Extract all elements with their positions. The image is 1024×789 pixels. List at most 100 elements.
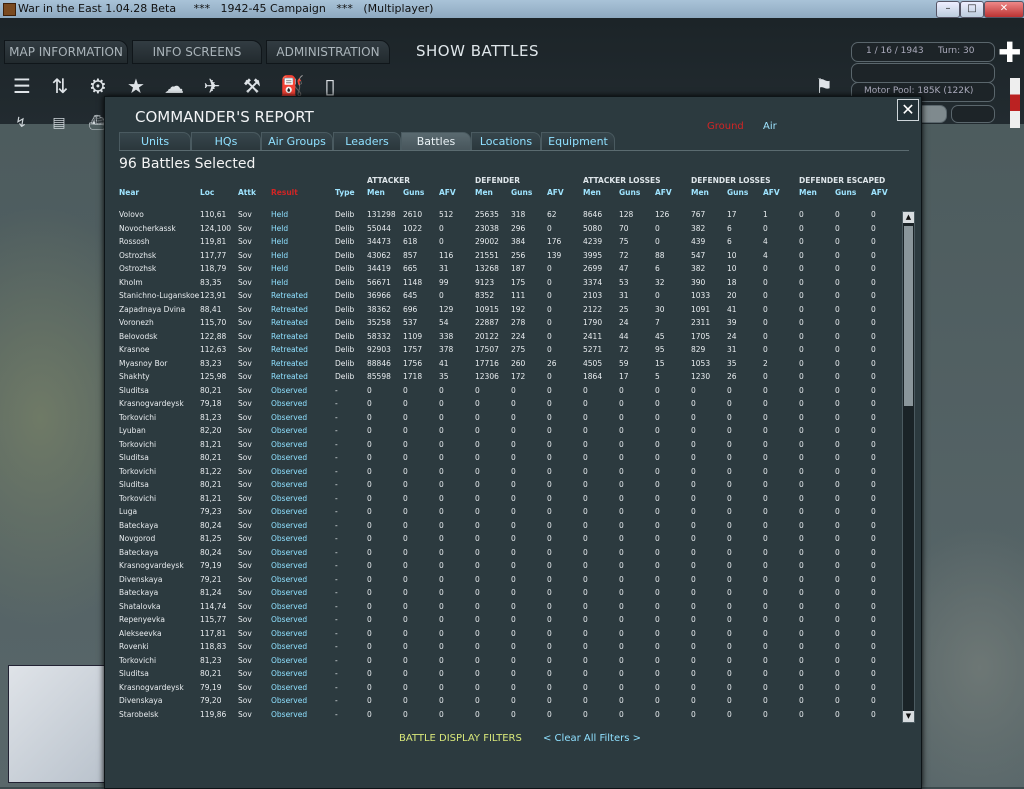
column-header-attk[interactable]: Attk bbox=[238, 188, 256, 197]
table-row[interactable]: Torkovichi 81,21 Sov Observed - 0 0 0 0 0 0 0 0 0 0 0 0 0… bbox=[105, 492, 905, 506]
column-header-esc-men[interactable]: Men bbox=[799, 188, 817, 197]
table-row[interactable]: Krasnoe 112,63 Sov Retreated Delib 92903 1757 3… bbox=[105, 343, 905, 357]
table-row[interactable]: Voronezh 115,70 Sov Retreated Delib 35258 537 5… bbox=[105, 316, 905, 330]
cell-near: Shatalovka bbox=[119, 601, 161, 611]
table-row[interactable]: Belovodsk 122,88 Sov Retreated Delib 58332 110… bbox=[105, 330, 905, 344]
column-header-def-men[interactable]: Men bbox=[475, 188, 493, 197]
column-header-esc-afv[interactable]: AFV bbox=[871, 188, 888, 197]
minimap[interactable] bbox=[8, 665, 108, 783]
table-row[interactable]: Sluditsa 80,21 Sov Observed - 0 0 0 0 0 0 0 0 0 0 0 0 0 0 0 bbox=[105, 451, 905, 465]
table-row[interactable]: Divenskaya 79,21 Sov Observed - 0 0 0 0 0 0 0 0 0 0 0 0 0… bbox=[105, 573, 905, 587]
tab-leaders[interactable]: Leaders bbox=[333, 132, 401, 151]
cell-def-afv: 0 bbox=[547, 426, 552, 435]
column-header-result[interactable]: Result bbox=[271, 188, 298, 197]
table-row[interactable]: Novocherkassk 124,100 Sov Held Delib 55044 102… bbox=[105, 222, 905, 236]
table-row[interactable]: Torkovichi 81,23 Sov Observed - 0 0 0 0 0 0 0 0 0 0 0 0 0… bbox=[105, 411, 905, 425]
table-row[interactable]: Lyuban 82,20 Sov Observed - 0 0 0 0 0 0 0 0 0 0 0 0 0 0 0 bbox=[105, 424, 905, 438]
table-row[interactable]: Luga 79,23 Sov Observed - 0 0 0 0 0 0 0 0 0 0 0 0 0 0 0 bbox=[105, 505, 905, 519]
column-header-def-guns[interactable]: Guns bbox=[511, 188, 532, 197]
close-dialog-button[interactable]: ✕ bbox=[897, 99, 919, 121]
tab-administration[interactable]: ADMINISTRATION bbox=[266, 40, 390, 64]
table-row[interactable]: Torkovichi 81,23 Sov Observed - 0 0 0 0 0 0 0 0 0 0 0 0 0… bbox=[105, 654, 905, 668]
column-header-att-men[interactable]: Men bbox=[367, 188, 385, 197]
column-header-defl-men[interactable]: Men bbox=[691, 188, 709, 197]
air-toggle[interactable]: Air bbox=[763, 121, 777, 132]
cell-esc-guns: 0 bbox=[835, 291, 840, 300]
show-battles-title[interactable]: SHOW BATTLES bbox=[416, 42, 539, 60]
cell-type: - bbox=[335, 399, 338, 408]
table-row[interactable]: Volovo 110,61 Sov Held Delib 131298 2610 512 256… bbox=[105, 208, 905, 222]
tab-locations[interactable]: Locations bbox=[471, 132, 541, 151]
column-header-defl-afv[interactable]: AFV bbox=[763, 188, 780, 197]
list-icon[interactable]: ☰ bbox=[8, 72, 36, 100]
table-row[interactable]: Alekseevka 117,81 Sov Observed - 0 0 0 0 0 0 0 0 0 0 0 0… bbox=[105, 627, 905, 641]
column-header-near[interactable]: Near bbox=[119, 188, 139, 197]
column-header-att-guns[interactable]: Guns bbox=[403, 188, 424, 197]
cell-esc-guns: 0 bbox=[835, 574, 840, 584]
tab-info-screens[interactable]: INFO SCREENS bbox=[132, 40, 262, 64]
table-row[interactable]: Sluditsa 80,21 Sov Observed - 0 0 0 0 0 0 0 0 0 0 0 0 0 0 0 bbox=[105, 667, 905, 681]
table-row[interactable]: Ostrozhsk 117,77 Sov Held Delib 43062 857 116 21… bbox=[105, 249, 905, 263]
table-row[interactable]: Torkovichi 81,21 Sov Observed - 0 0 0 0 0 0 0 0 0 0 0 0 0… bbox=[105, 438, 905, 452]
table-row[interactable]: Myasnoy Bor 83,23 Sov Retreated Delib 88846 17… bbox=[105, 357, 905, 371]
scrollbar[interactable]: ▲ ▼ bbox=[902, 211, 915, 723]
clear-all-filters-button[interactable]: < Clear All Filters > bbox=[543, 733, 641, 744]
table-row[interactable]: Repenyevka 115,77 Sov Observed - 0 0 0 0 0 0 0 0 0 0 0 0… bbox=[105, 613, 905, 627]
table-row[interactable]: Stanichno-Luganskoe 123,91 Sov Retreated Del… bbox=[105, 289, 905, 303]
table-row[interactable]: Bateckaya 81,24 Sov Observed - 0 0 0 0 0 0 0 0 0 0 0 0 0 0… bbox=[105, 586, 905, 600]
battle-display-filters-button[interactable]: BATTLE DISPLAY FILTERS bbox=[399, 733, 522, 744]
table-row[interactable]: Divenskaya 79,20 Sov Observed - 0 0 0 0 0 0 0 0 0 0 0 0 0… bbox=[105, 694, 905, 708]
cell-att-afv: 0 bbox=[439, 547, 444, 557]
column-header-def-afv[interactable]: AFV bbox=[547, 188, 564, 197]
column-header-type[interactable]: Type bbox=[335, 188, 355, 197]
ground-toggle[interactable]: Ground bbox=[707, 121, 744, 132]
table-row[interactable]: Novgorod 81,25 Sov Observed - 0 0 0 0 0 0 0 0 0 0 0 0 0 0 0 bbox=[105, 532, 905, 546]
cell-type: - bbox=[335, 709, 338, 719]
column-header-attl-afv[interactable]: AFV bbox=[655, 188, 672, 197]
column-header-attl-men[interactable]: Men bbox=[583, 188, 601, 197]
toggle-box-2[interactable] bbox=[951, 105, 995, 123]
table-row[interactable]: Sluditsa 80,21 Sov Observed - 0 0 0 0 0 0 0 0 0 0 0 0 0 0 0 bbox=[105, 478, 905, 492]
table-row[interactable]: Krasnogvardeysk 79,18 Sov Observed - 0 0 0 0 0 0 0 0… bbox=[105, 397, 905, 411]
table-row[interactable]: Bateckaya 80,24 Sov Observed - 0 0 0 0 0 0 0 0 0 0 0 0 0 0… bbox=[105, 519, 905, 533]
column-header-attl-guns[interactable]: Guns bbox=[619, 188, 640, 197]
table-row[interactable]: Krasnogvardeysk 79,19 Sov Observed - 0 0 0 0 0 0 0 0… bbox=[105, 681, 905, 695]
table-row[interactable]: Shakhty 125,98 Sov Retreated Delib 85598 1718 3… bbox=[105, 370, 905, 384]
scroll-up-button[interactable]: ▲ bbox=[903, 212, 914, 223]
column-header-esc-guns[interactable]: Guns bbox=[835, 188, 856, 197]
rail-icon[interactable]: ▤ bbox=[48, 113, 70, 133]
unit-move-icon[interactable]: ↯ bbox=[10, 113, 32, 133]
sliders-icon[interactable]: ⇅ bbox=[46, 72, 74, 100]
tab-units[interactable]: Units bbox=[119, 132, 191, 151]
minimize-button[interactable]: – bbox=[936, 1, 960, 18]
cell-attk: Sov bbox=[238, 345, 252, 354]
cell-def-men: 0 bbox=[475, 412, 480, 422]
close-window-button[interactable]: ✕ bbox=[984, 1, 1024, 18]
tab-hqs[interactable]: HQs bbox=[191, 132, 261, 151]
column-header-defl-guns[interactable]: Guns bbox=[727, 188, 748, 197]
table-row[interactable]: Rovenki 118,83 Sov Observed - 0 0 0 0 0 0 0 0 0 0 0 0 0 0 0 bbox=[105, 640, 905, 654]
maximize-button[interactable]: □ bbox=[960, 1, 984, 18]
tab-battles[interactable]: Battles bbox=[401, 132, 471, 151]
cell-att-guns: 0 bbox=[403, 642, 408, 651]
cell-near: Novocherkassk bbox=[119, 223, 176, 233]
table-row[interactable]: Zapadnaya Dvina 88,41 Sov Retreated Delib 383… bbox=[105, 303, 905, 317]
table-row[interactable]: Bateckaya 80,24 Sov Observed - 0 0 0 0 0 0 0 0 0 0 0 0 0 0… bbox=[105, 546, 905, 560]
tab-equipment[interactable]: Equipment bbox=[541, 132, 615, 151]
cell-near: Sluditsa bbox=[119, 669, 149, 678]
table-row[interactable]: Rossosh 119,81 Sov Held Delib 34473 618 0 29002 3… bbox=[105, 235, 905, 249]
column-header-loc[interactable]: Loc bbox=[200, 188, 214, 197]
column-header-att-afv[interactable]: AFV bbox=[439, 188, 456, 197]
tab-air-groups[interactable]: Air Groups bbox=[261, 132, 333, 151]
tab-map-information[interactable]: MAP INFORMATION bbox=[4, 40, 128, 64]
table-row[interactable]: Kholm 83,35 Sov Held Delib 56671 1148 99 9123 175… bbox=[105, 276, 905, 290]
scroll-down-button[interactable]: ▼ bbox=[903, 711, 914, 722]
scrollbar-thumb[interactable] bbox=[904, 226, 913, 406]
table-row[interactable]: Shatalovka 114,74 Sov Observed - 0 0 0 0 0 0 0 0 0 0 0 0… bbox=[105, 600, 905, 614]
table-row[interactable]: Sluditsa 80,21 Sov Observed - 0 0 0 0 0 0 0 0 0 0 0 0 0 0 0 bbox=[105, 384, 905, 398]
table-row[interactable]: Starobelsk 119,86 Sov Observed - 0 0 0 0 0 0 0 0 0 0 0 0… bbox=[105, 708, 905, 720]
cell-att-men: 0 bbox=[367, 466, 372, 476]
table-row[interactable]: Torkovichi 81,22 Sov Observed - 0 0 0 0 0 0 0 0 0 0 0 0 0… bbox=[105, 465, 905, 479]
table-row[interactable]: Krasnogvardeysk 79,19 Sov Observed - 0 0 0 0 0 0 0 0… bbox=[105, 559, 905, 573]
table-row[interactable]: Ostrozhsk 118,79 Sov Held Delib 34419 665 31 132… bbox=[105, 262, 905, 276]
